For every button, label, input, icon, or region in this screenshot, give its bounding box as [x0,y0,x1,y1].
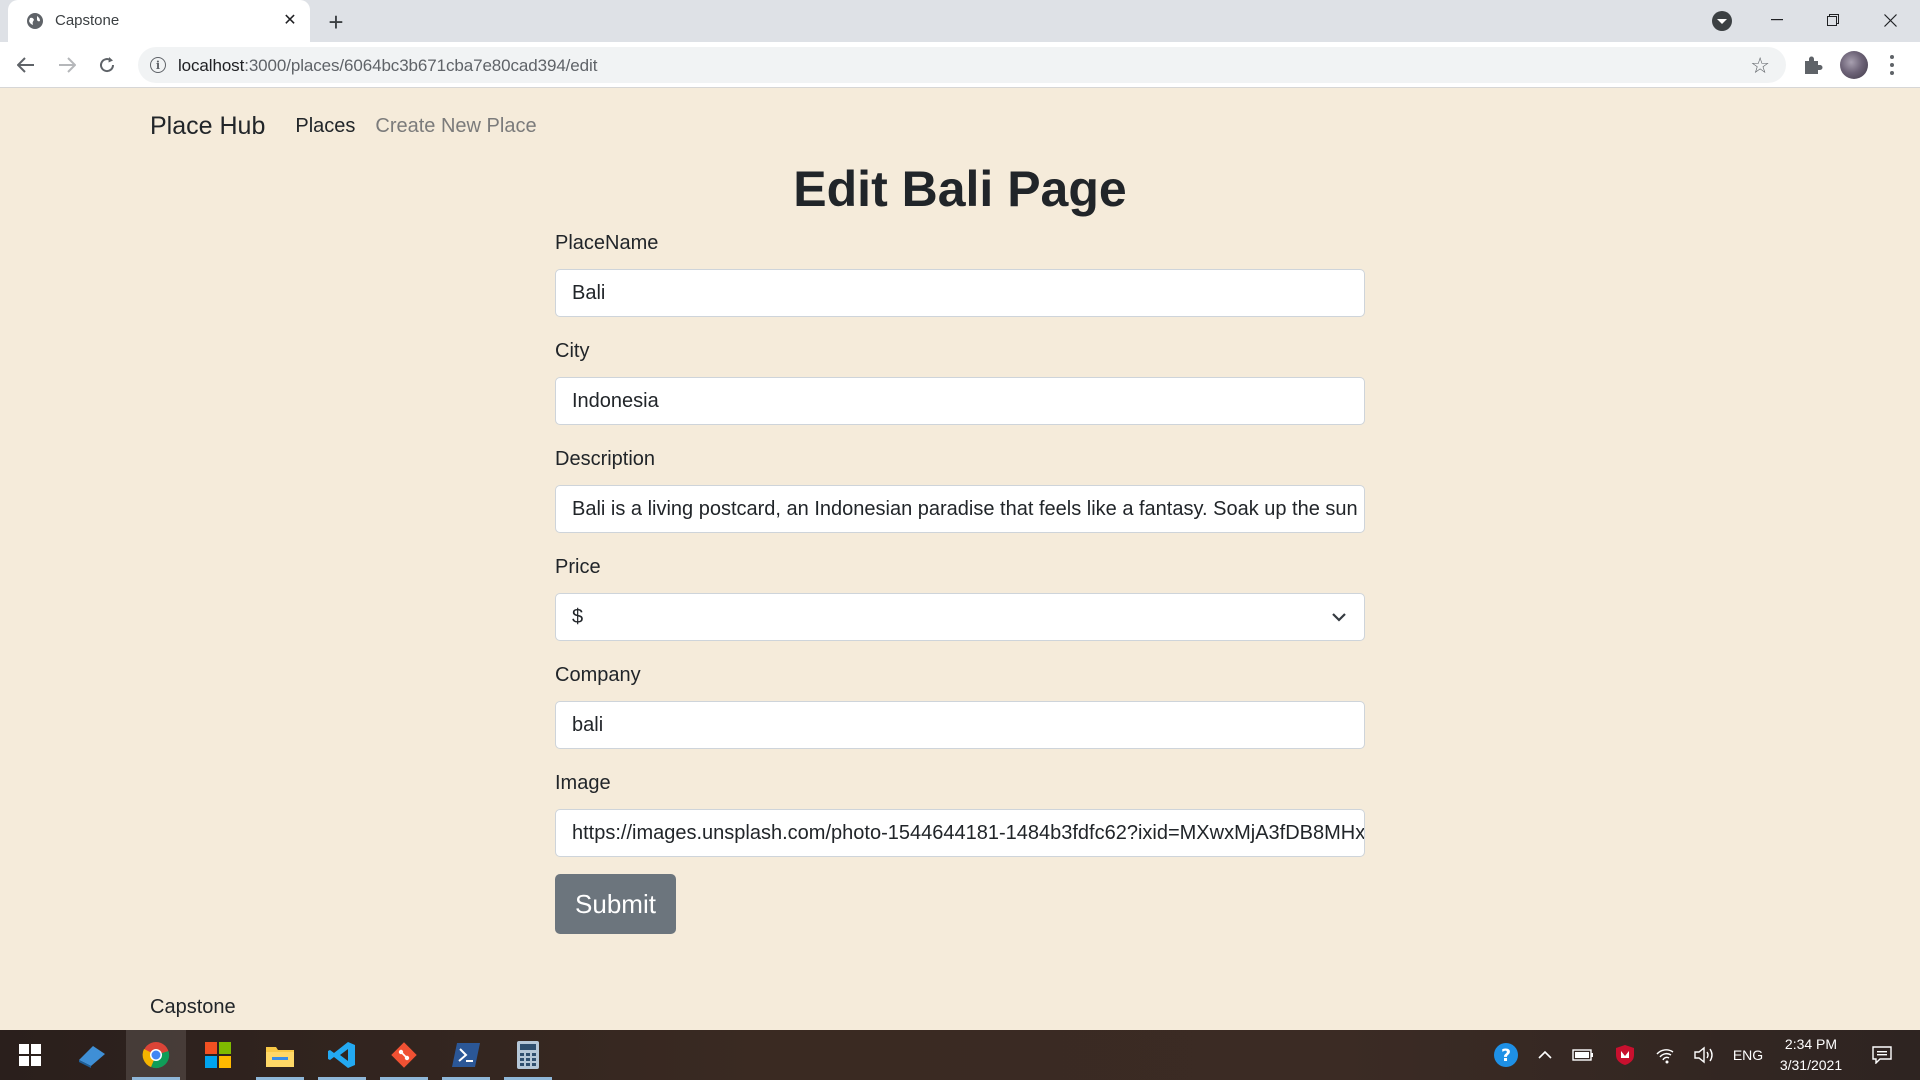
notifications-icon[interactable] [1864,1030,1900,1080]
minimize-icon[interactable] [1757,4,1797,36]
city-input[interactable]: Indonesia [555,377,1365,425]
company-input[interactable]: bali [555,701,1365,749]
company-label: Company [555,664,641,686]
price-label: Price [555,556,601,578]
bookmark-star-icon[interactable]: ☆ [1750,53,1770,79]
browser-tab[interactable]: Capstone ✕ [8,0,310,42]
help-icon[interactable]: ? [1488,1030,1524,1080]
address-bar[interactable]: i localhost:3000/places/6064bc3b671cba7e… [138,47,1786,83]
info-icon[interactable]: i [150,57,166,73]
clock-time: 2:34 PM [1784,1036,1838,1052]
windows-taskbar: ? ENG 2:34 PM 3/31/2021 [0,1030,1920,1080]
chrome-icon[interactable] [126,1030,186,1080]
page-title: Edit Bali Page [793,161,1127,217]
svg-text:?: ? [1501,1046,1511,1066]
system-clock[interactable]: 2:34 PM 3/31/2021 [1766,1034,1856,1076]
battery-icon[interactable] [1568,1030,1598,1080]
close-window-icon[interactable] [1870,4,1910,36]
security-shield-icon[interactable] [1610,1030,1640,1080]
edit-place-form: PlaceName Bali City Indonesia Descriptio… [555,228,1365,876]
description-label: Description [555,448,656,470]
reload-icon[interactable] [91,49,123,81]
price-select[interactable]: $ [555,593,1365,641]
chevron-down-icon [1332,613,1346,622]
vscode-icon[interactable] [312,1030,372,1080]
tab-close-icon[interactable]: ✕ [278,8,302,32]
wifi-icon[interactable] [1650,1030,1680,1080]
image-field-group: Image https://images.unsplash.com/photo-… [555,768,1365,876]
placename-label: PlaceName [555,232,659,254]
submit-button[interactable]: Submit [555,874,676,934]
office-icon[interactable] [188,1030,248,1080]
description-field-group: Description Bali is a living postcard, a… [555,444,1365,552]
desktop-icon[interactable] [62,1030,122,1080]
calculator-icon[interactable] [498,1030,558,1080]
nav-link-places[interactable]: Places [295,115,355,138]
description-input[interactable]: Bali is a living postcard, an Indonesian… [555,485,1365,533]
image-url-input[interactable]: https://images.unsplash.com/photo-154464… [555,809,1365,857]
globe-icon [27,13,43,29]
git-icon[interactable] [374,1030,434,1080]
navbar-brand[interactable]: Place Hub [150,112,265,141]
browser-tabstrip: Capstone ✕ + [0,0,1920,42]
volume-icon[interactable] [1690,1030,1720,1080]
file-explorer-icon[interactable] [250,1030,310,1080]
footer-text: Capstone [150,996,236,1018]
site-navbar: Place Hub Places Create New Place [150,108,557,144]
city-field-group: City Indonesia [555,336,1365,444]
chevron-up-icon[interactable] [1530,1030,1560,1080]
browser-toolbar: i localhost:3000/places/6064bc3b671cba7e… [0,42,1920,88]
new-tab-icon[interactable]: + [320,6,352,38]
tab-title: Capstone [55,12,120,29]
extensions-puzzle-icon[interactable] [1800,52,1826,78]
nav-link-create-new-place[interactable]: Create New Place [375,115,536,138]
language-indicator[interactable]: ENG [1728,1030,1768,1080]
clock-date: 3/31/2021 [1779,1057,1843,1073]
price-field-group: Price $ [555,552,1365,660]
city-label: City [555,340,590,362]
image-label: Image [555,772,611,794]
placename-field-group: PlaceName Bali [555,228,1365,336]
forward-arrow-icon[interactable] [51,49,83,81]
company-field-group: Company bali [555,660,1365,768]
restore-icon[interactable] [1813,4,1853,36]
profile-avatar[interactable] [1840,51,1868,79]
price-selected-value: $ [572,605,584,628]
placename-input[interactable]: Bali [555,269,1365,317]
powershell-icon[interactable] [436,1030,496,1080]
url-text[interactable]: localhost:3000/places/6064bc3b671cba7e80… [178,56,597,76]
tab-search-icon[interactable] [1712,11,1732,31]
start-icon[interactable] [0,1030,60,1080]
back-arrow-icon[interactable] [10,49,42,81]
more-options-icon[interactable] [1880,50,1904,80]
